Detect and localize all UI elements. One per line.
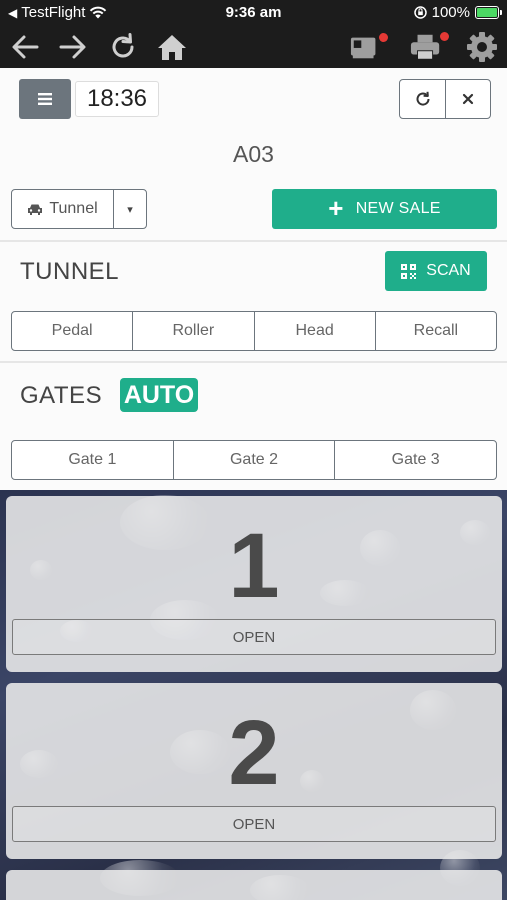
close-button[interactable] (445, 80, 490, 118)
close-icon (462, 93, 474, 105)
divider (0, 240, 507, 242)
gate-number: 2 (228, 702, 280, 804)
gate-3-button[interactable]: Gate 3 (334, 441, 496, 479)
chevron-down-icon: ▾ (127, 203, 133, 216)
open-gate-2-button[interactable]: OPEN (12, 806, 496, 842)
gate-number: 1 (228, 515, 280, 617)
device-id: A03 (233, 141, 274, 167)
forward-arrow-icon[interactable] (57, 31, 89, 63)
mode-select-label: Tunnel (49, 200, 98, 217)
mode-dropdown-toggle[interactable]: ▾ (113, 190, 146, 228)
battery-percent: 100% (431, 4, 470, 21)
gates-title: GATES (20, 382, 103, 409)
clock-display: 18:36 (75, 81, 159, 117)
card-reader-icon[interactable] (350, 31, 388, 63)
ios-status-bar: ◀ TestFlight 9:36 am 100% (0, 0, 507, 26)
hamburger-icon (38, 93, 52, 105)
gate-card-1: 1 OPEN (6, 496, 502, 672)
scan-label: SCAN (426, 262, 471, 279)
gate-1-button[interactable]: Gate 1 (12, 441, 173, 479)
head-button[interactable]: Head (253, 312, 375, 350)
qr-code-icon (401, 263, 417, 279)
header-action-group (399, 79, 491, 119)
home-icon[interactable] (156, 31, 188, 63)
app-panel: 18:36 A03 Tunnel ▾ + NEW SALE TUNNEL SCA… (0, 68, 507, 490)
gate-2-button[interactable]: Gate 2 (172, 441, 335, 479)
gate-card-2: 2 OPEN (6, 683, 502, 859)
refresh-icon (416, 91, 430, 106)
scan-button[interactable]: SCAN (385, 251, 487, 291)
orientation-lock-icon (413, 6, 427, 19)
battery-icon (475, 6, 502, 19)
recall-button[interactable]: Recall (374, 312, 496, 350)
car-icon (28, 204, 43, 215)
gate-button-group: Gate 1 Gate 2 Gate 3 (11, 440, 497, 480)
new-sale-label: NEW SALE (355, 200, 441, 217)
roller-button[interactable]: Roller (132, 312, 253, 350)
pedal-button[interactable]: Pedal (12, 312, 132, 350)
reload-icon[interactable] (107, 31, 139, 63)
tunnel-button-group: Pedal Roller Head Recall (11, 311, 497, 351)
open-gate-1-button[interactable]: OPEN (12, 619, 496, 655)
tunnel-title: TUNNEL (20, 258, 120, 285)
gate-card-3 (6, 870, 502, 900)
divider (0, 361, 507, 363)
printer-icon[interactable] (410, 31, 449, 63)
gear-icon[interactable] (466, 31, 498, 63)
back-arrow-icon[interactable] (9, 31, 41, 63)
mode-dropdown: Tunnel ▾ (11, 189, 147, 229)
menu-button[interactable] (19, 79, 71, 119)
mode-select-button[interactable]: Tunnel (12, 190, 113, 228)
browser-toolbar (0, 26, 507, 68)
auto-mode-badge[interactable]: AUTO (120, 378, 198, 412)
plus-icon: + (328, 193, 344, 223)
refresh-button[interactable] (400, 80, 445, 118)
new-sale-button[interactable]: + NEW SALE (272, 189, 497, 229)
status-right: 100% (413, 4, 502, 21)
